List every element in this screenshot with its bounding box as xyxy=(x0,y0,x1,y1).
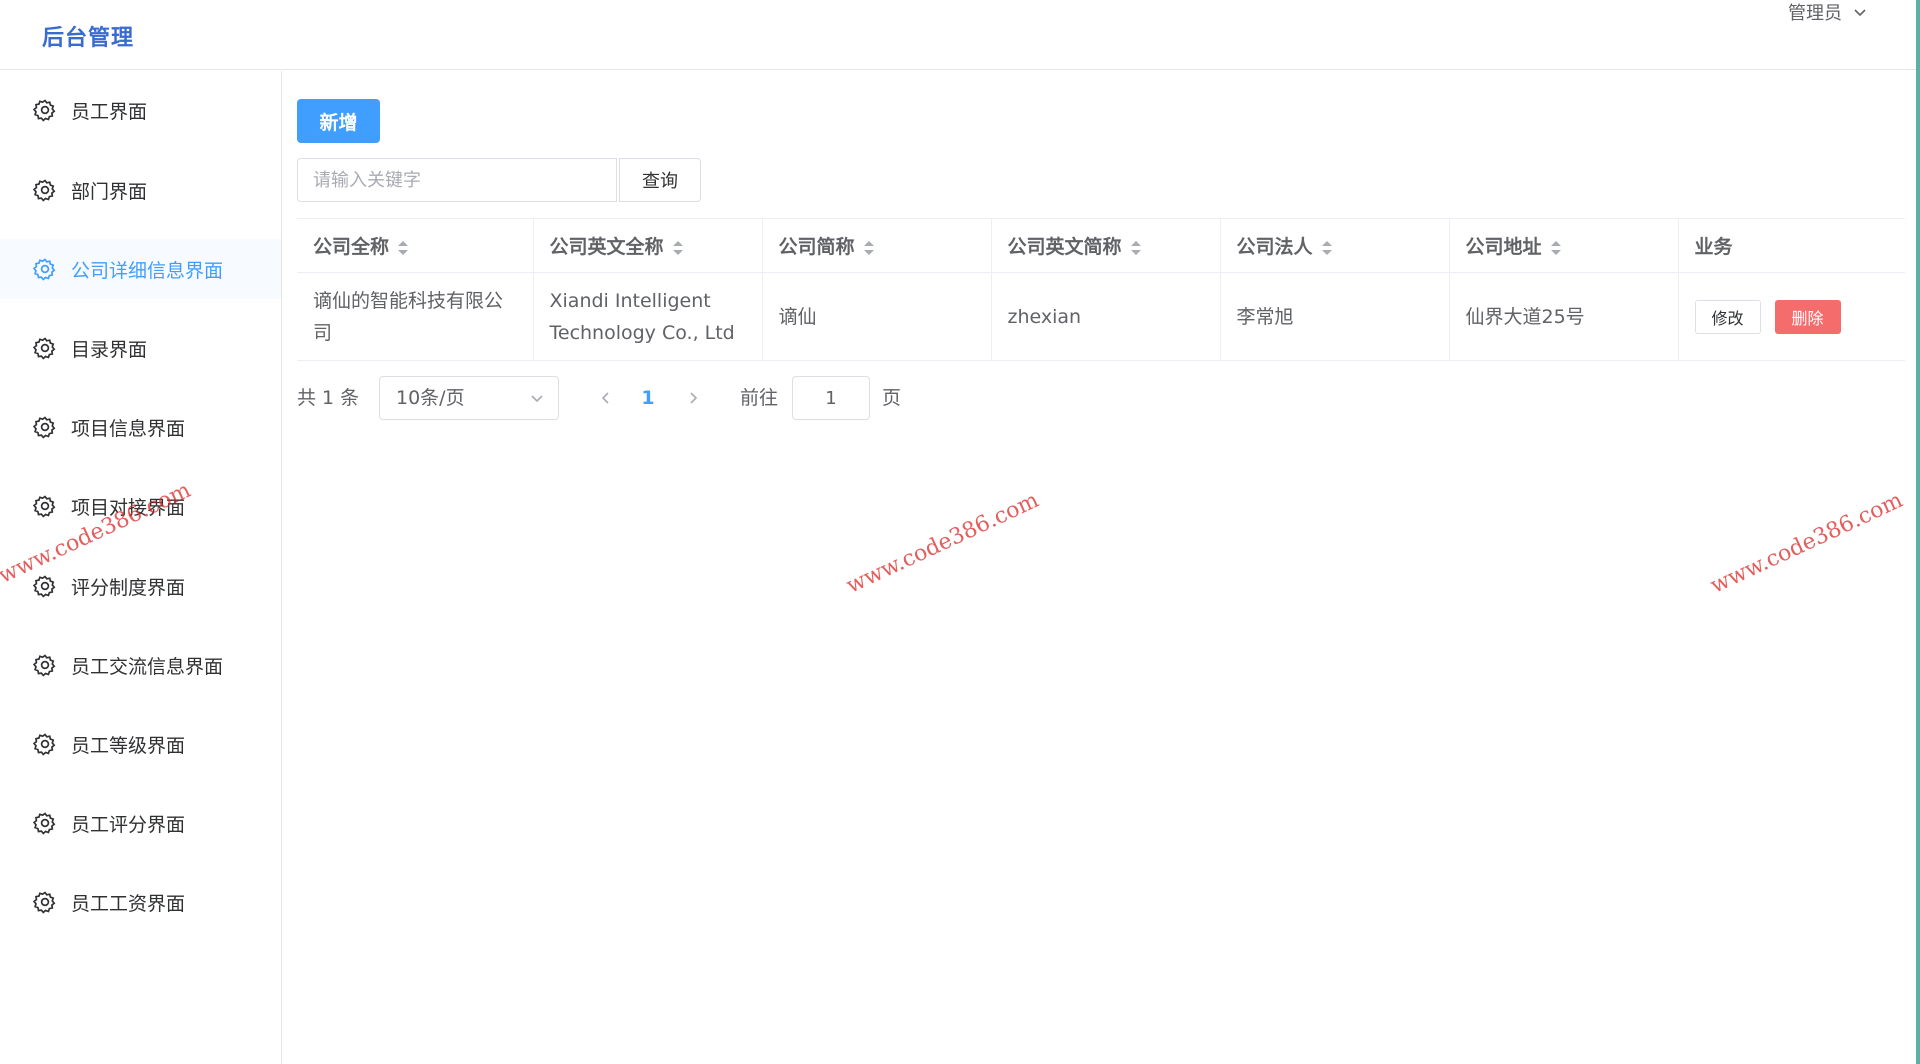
chevron-left-icon[interactable] xyxy=(595,376,615,420)
sort-caret-icon[interactable] xyxy=(672,239,684,257)
top-header: 后台管理 管理员 xyxy=(0,0,1920,70)
sidebar: 员工界面 部门界面 公司详细信息界面 目录界面 项目信息界面 项目对接界面 评分… xyxy=(0,71,282,1064)
cell-actions: 修改 删除 xyxy=(1678,272,1905,361)
sort-caret-icon[interactable] xyxy=(1550,239,1562,257)
sidebar-item-label: 公司详细信息界面 xyxy=(71,259,224,282)
column-header-english-full-name[interactable]: 公司英文全称 xyxy=(533,218,763,273)
gear-icon xyxy=(33,891,56,914)
sidebar-item-project-info[interactable]: 项目信息界面 xyxy=(0,397,281,457)
sidebar-item-scoring-rules[interactable]: 评分制度界面 xyxy=(0,556,281,616)
column-header-english-short-name[interactable]: 公司英文简称 xyxy=(991,218,1221,273)
column-header-short-name[interactable]: 公司简称 xyxy=(762,218,992,273)
column-header-address[interactable]: 公司地址 xyxy=(1449,218,1679,273)
watermark-text: www.code386.com xyxy=(1706,487,1907,599)
watermark-text: www.code386.com xyxy=(842,487,1043,599)
gear-icon xyxy=(33,179,56,202)
goto-suffix: 页 xyxy=(882,387,902,409)
cell-legal-person: 李常旭 xyxy=(1220,272,1450,361)
sidebar-item-label: 目录界面 xyxy=(71,338,148,361)
cell-short-name: 谪仙 xyxy=(762,272,992,361)
company-table: 公司全称 公司英文全称 公司简称 公司英文简称 公司法人 公司地址 业务 谪仙的… xyxy=(297,218,1905,361)
column-header-legal-person[interactable]: 公司法人 xyxy=(1220,218,1450,273)
goto-label: 前往 xyxy=(740,387,779,409)
cell-full-name: 谪仙的智能科技有限公司 xyxy=(297,272,534,361)
search-input[interactable] xyxy=(297,158,617,202)
sidebar-item-label: 项目对接界面 xyxy=(71,496,186,519)
sort-caret-icon[interactable] xyxy=(1321,239,1333,257)
pagination-total: 共 1 条 xyxy=(297,387,360,409)
sidebar-item-label: 部门界面 xyxy=(71,180,148,203)
column-header-actions: 业务 xyxy=(1678,218,1905,273)
delete-button[interactable]: 删除 xyxy=(1774,299,1841,334)
sidebar-item-label: 员工界面 xyxy=(71,100,148,123)
sidebar-item-label: 员工交流信息界面 xyxy=(71,655,224,678)
cell-address: 仙界大道25号 xyxy=(1449,272,1679,361)
gear-icon xyxy=(33,416,56,439)
goto-page-input[interactable] xyxy=(792,376,870,420)
gear-icon xyxy=(33,495,56,518)
brand-title: 后台管理 xyxy=(42,26,135,51)
chevron-down-icon xyxy=(531,395,543,403)
sidebar-item-project-docking[interactable]: 项目对接界面 xyxy=(0,476,281,536)
gear-icon xyxy=(33,258,56,281)
edit-button[interactable]: 修改 xyxy=(1694,299,1761,334)
sidebar-item-label: 员工工资界面 xyxy=(71,892,186,915)
sidebar-item-label: 员工评分界面 xyxy=(71,813,186,836)
gear-icon xyxy=(33,812,56,835)
table-header-row: 公司全称 公司英文全称 公司简称 公司英文简称 公司法人 公司地址 业务 xyxy=(297,218,1905,273)
query-button[interactable]: 查询 xyxy=(619,158,701,202)
sort-caret-icon[interactable] xyxy=(1130,239,1142,257)
sidebar-item-departments[interactable]: 部门界面 xyxy=(0,160,281,220)
column-header-full-name[interactable]: 公司全称 xyxy=(297,218,534,273)
page-number-current[interactable]: 1 xyxy=(636,376,660,420)
page-size-value: 10条/页 xyxy=(396,387,465,409)
sidebar-item-company-details[interactable]: 公司详细信息界面 xyxy=(0,239,281,299)
gear-icon xyxy=(33,733,56,756)
gear-icon xyxy=(33,337,56,360)
user-name: 管理员 xyxy=(1788,3,1842,24)
chevron-down-icon xyxy=(1854,9,1866,17)
user-menu[interactable]: 管理员 xyxy=(1788,0,1868,24)
sidebar-item-catalog[interactable]: 目录界面 xyxy=(0,318,281,378)
sidebar-item-label: 员工等级界面 xyxy=(71,734,186,757)
sidebar-item-employee-communication[interactable]: 员工交流信息界面 xyxy=(0,635,281,695)
window-edge xyxy=(1916,0,1920,1064)
sidebar-item-employee-score[interactable]: 员工评分界面 xyxy=(0,793,281,853)
page-size-select[interactable]: 10条/页 xyxy=(379,376,559,420)
add-button[interactable]: 新增 xyxy=(297,99,380,143)
sort-caret-icon[interactable] xyxy=(397,239,409,257)
chevron-right-icon[interactable] xyxy=(684,376,704,420)
sidebar-item-label: 评分制度界面 xyxy=(71,576,186,599)
sort-caret-icon[interactable] xyxy=(863,239,875,257)
table-row: 谪仙的智能科技有限公司 Xiandi Intelligent Technolog… xyxy=(297,272,1905,361)
gear-icon xyxy=(33,654,56,677)
sidebar-item-employees[interactable]: 员工界面 xyxy=(0,80,281,140)
gear-icon xyxy=(33,99,56,122)
cell-english-short-name: zhexian xyxy=(991,272,1221,361)
sidebar-item-employee-level[interactable]: 员工等级界面 xyxy=(0,714,281,774)
sidebar-item-employee-salary[interactable]: 员工工资界面 xyxy=(0,872,281,932)
gear-icon xyxy=(33,575,56,598)
sidebar-item-label: 项目信息界面 xyxy=(71,417,186,440)
cell-english-full-name: Xiandi Intelligent Technology Co., Ltd xyxy=(533,272,763,361)
